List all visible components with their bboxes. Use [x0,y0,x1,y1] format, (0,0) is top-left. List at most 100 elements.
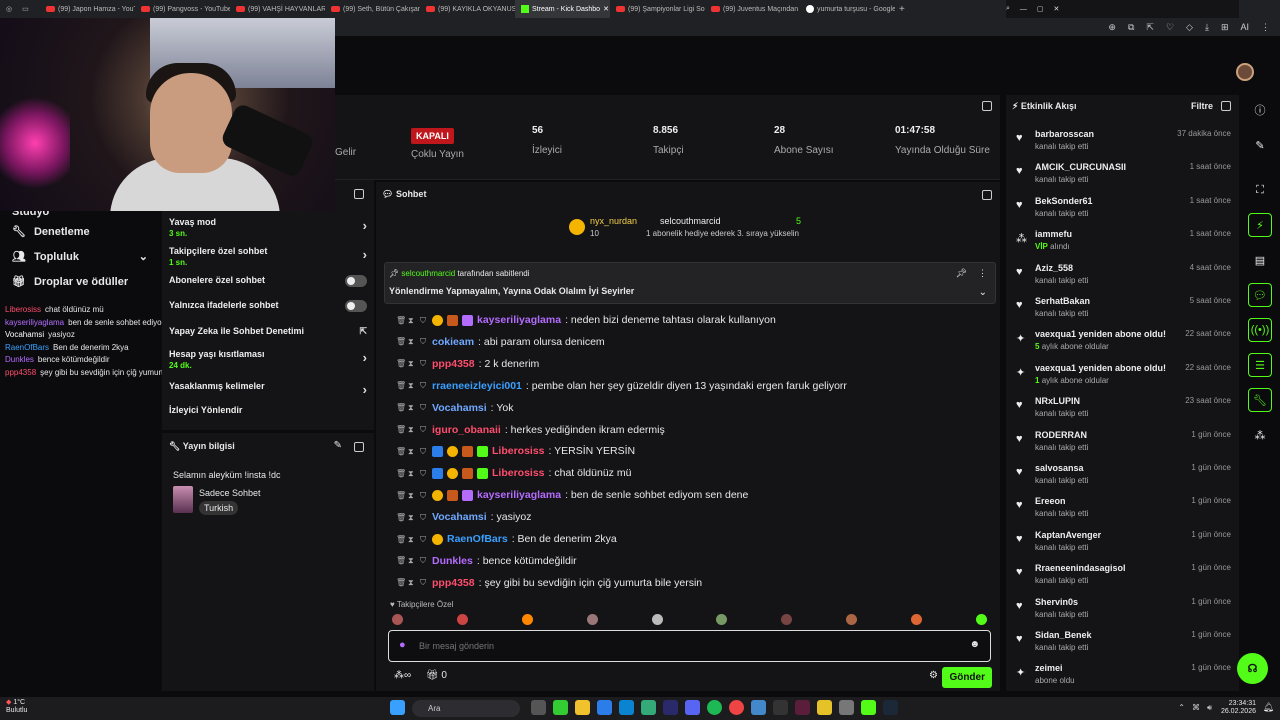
taskbar-search[interactable]: Ara [412,700,520,717]
close-window-icon[interactable]: ✕ [1054,5,1060,13]
chat-input-box[interactable]: ● ☻ [388,630,991,662]
ban-icon[interactable]: ⛉ [420,359,428,368]
setting-toggle[interactable] [345,275,367,287]
info-icon[interactable]: ⓘ [1248,98,1272,122]
settings-icon[interactable] [839,700,854,715]
ban-icon[interactable]: ⛉ [420,535,428,544]
network-icon[interactable]: ⌘ [1192,703,1200,713]
more-icon[interactable]: ⋮ [1261,22,1270,33]
chat-username[interactable]: Vocahamsi [432,511,487,523]
delete-icon[interactable]: 🗑︎ [396,447,406,456]
chat-message[interactable]: 🗑︎ ⧗ ⛉ RaenOfBars: Ben de denerim 2kya [396,533,617,545]
edit-icon[interactable]: ✎ [1248,133,1272,157]
activity-event[interactable]: ✦ vaexqua1 yeniden abone oldu! 5 aylık abo… [1016,329,1231,363]
emote[interactable] [716,614,728,625]
activity-event[interactable]: ♥ Aziz_558 kanalı takip etti 4 saat önce [1016,263,1231,297]
chat-username[interactable]: rraeneeizleyici001 [432,380,522,392]
notification-icon[interactable]: 🔔︎ [1263,702,1274,713]
ban-icon[interactable]: ⛉ [420,447,428,456]
ban-icon[interactable]: ⛉ [420,469,428,478]
delete-icon[interactable]: 🗑︎ [396,535,406,544]
activity-event[interactable]: ✦ vaexqua1 yeniden abone oldu! 1 aylık abo… [1016,363,1231,397]
activity-event[interactable]: ♥ Ereeon kanalı takip etti 1 gün önce [1016,496,1231,530]
emoji-icon[interactable]: ☻ [969,639,980,650]
emote[interactable] [651,614,663,625]
chat-username[interactable]: Liberosiss [492,445,545,457]
chat-message[interactable]: 🗑︎ ⧗ ⛉ rraeneeizleyici001: pembe olan her ş… [396,380,847,392]
maximize-icon[interactable]: ▢ [1037,5,1044,13]
browser-tab[interactable]: (99) VAHŞİ HAYVANLARI... [230,0,325,18]
ban-icon[interactable]: ⛉ [420,403,428,412]
chat-message[interactable]: 🗑︎ ⧗ ⛉ Vocahamsi: Yok [396,402,513,414]
delete-icon[interactable]: 🗑︎ [396,316,406,325]
ban-icon[interactable]: ⛉ [420,381,428,390]
delete-icon[interactable]: 🗑︎ [396,381,406,390]
ban-icon[interactable]: ⛉ [420,425,428,434]
ban-icon[interactable]: ⛉ [420,337,428,346]
downloads-icon[interactable]: ⤓ [1205,22,1209,33]
chat-message[interactable]: 🗑︎ ⧗ ⛉ iguro_obanaii: herkes yediğinden ikr… [396,424,665,436]
chat-message[interactable]: 🗑︎ ⧗ ⛉ kayseriliyaglama: neden bizi deneme … [396,314,776,326]
chat-message[interactable]: 🗑︎ ⧗ ⛉ Vocahamsi: yasiyoz [396,511,532,523]
browser-tab[interactable]: (99) Japon Hamza - YouTu [40,0,135,18]
chevron-right-icon[interactable]: › [363,247,367,262]
popout-icon[interactable] [1221,101,1231,111]
emote[interactable] [975,614,987,625]
emote[interactable] [392,614,403,625]
chat-username[interactable]: kayseriliyaglama [477,314,561,326]
premiere-icon[interactable] [663,700,678,715]
browser-tab[interactable]: (99) Juventus Maçından Ç [705,0,800,18]
chevron-right-icon[interactable]: › [363,218,367,233]
timeout-icon[interactable]: ⧗ [408,535,416,544]
nav-community[interactable]: 👥︎ Topluluk ⌄ [0,244,160,269]
edit-icon[interactable]: ✎ [334,440,342,451]
task-view-icon[interactable] [531,700,546,715]
chat-message[interactable]: 🗑︎ ⧗ ⛉ Liberosiss: chat öldünüz mü [396,467,631,479]
chat-message[interactable]: 🗑︎ ⧗ ⛉ cokieam: abi param olursa denicem [396,336,605,348]
browser-tab[interactable]: (99) Şampiyonlar Ligi Son [610,0,705,18]
chat-message[interactable]: 🗑︎ ⧗ ⛉ Liberosiss: YERSİN YERSİN [396,445,635,457]
delete-icon[interactable]: 🗑︎ [396,403,406,412]
ban-icon[interactable]: ⛉ [420,491,428,500]
chat-setting-row[interactable]: Yapay Zeka ile Sohbet Denetimi ⇱ [169,326,367,348]
chat-input[interactable] [419,637,939,655]
ban-icon[interactable]: ⛉ [420,556,428,565]
delete-icon[interactable]: 🗑︎ [396,556,406,565]
channel-points-icon[interactable]: ⁂∞ [394,670,411,681]
nav-drops[interactable]: 🎁︎ Droplar ve ödüller [0,269,160,294]
discord-icon[interactable] [685,700,700,715]
popout-icon[interactable] [982,101,992,111]
chat-username[interactable]: RaenOfBars [5,343,49,352]
activity-event[interactable]: ♥ salvosansa kanalı takip etti 1 gün önce [1016,463,1231,497]
emote[interactable] [911,614,922,625]
chat-username[interactable]: Liberosiss [5,305,41,314]
emote[interactable] [456,614,468,625]
delete-icon[interactable]: 🗑︎ [396,578,406,587]
document-icon[interactable]: ▤ [1248,248,1272,272]
chrome-icon[interactable] [729,700,744,715]
activity-event[interactable]: ♥ NRxLUPIN kanalı takip etti 23 saat önce [1016,396,1231,430]
ban-icon[interactable]: ⛉ [420,513,428,522]
chat-setting-row[interactable]: Yalnızca ifadelerle sohbet [169,300,367,322]
emote[interactable] [586,614,598,625]
chat-username[interactable]: Vocahamsi [432,402,487,414]
screenshot-icon[interactable]: ⧉ [1128,22,1134,33]
ban-icon[interactable]: ⛉ [420,316,428,325]
timeout-icon[interactable]: ⧗ [408,556,416,565]
chat-username[interactable]: ppp4358 [432,358,475,370]
ban-icon[interactable]: ⛉ [420,578,428,587]
emote[interactable] [521,614,533,625]
filter-button[interactable]: Filtre [1191,101,1213,111]
nav-moderation[interactable]: 🔧︎ Denetleme [0,219,160,244]
support-button[interactable]: ☊ [1237,653,1268,684]
steam-icon[interactable] [883,700,898,715]
delete-icon[interactable]: 🗑︎ [396,491,406,500]
browser-menu-icon[interactable]: ◎ [6,5,12,13]
photos-icon[interactable] [751,700,766,715]
minimize-icon[interactable]: — [1020,6,1027,13]
browser-tab[interactable]: (99) KAYIKLA OKYANUSU [420,0,515,18]
chat-username[interactable]: ppp4358 [5,368,36,377]
activity-event[interactable]: ♥ RODERRAN kanalı takip etti 1 gün önce [1016,430,1231,464]
channel-avatar[interactable] [1236,63,1254,81]
pinned-message[interactable]: 📌︎ selcouthmarcid tarafından sabitlendi … [384,262,996,304]
